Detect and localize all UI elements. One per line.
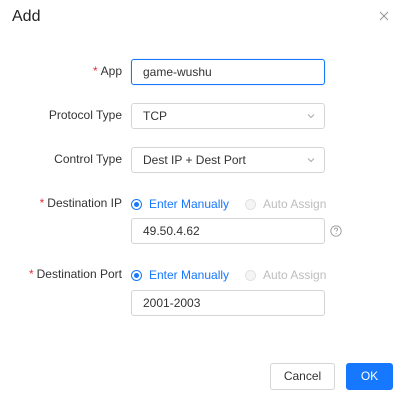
add-dialog: Add * App game-wushu Protocol Type TCP Co… [0,0,403,404]
radio-disabled-icon [245,198,256,210]
chevron-down-icon [307,114,315,119]
control-type-label: Control Type [54,152,122,166]
protocol-type-select[interactable]: TCP [131,103,325,129]
app-input[interactable]: game-wushu [131,59,325,85]
chevron-down-icon [307,158,315,163]
protocol-type-label: Protocol Type [48,108,122,122]
destination-port-label: * Destination Port [28,267,122,281]
radio-selected-icon [131,269,142,281]
dialog-title: Add [12,8,41,25]
radio-disabled-icon [245,269,256,281]
destination-ip-auto-assign-radio: Auto Assign [245,197,326,211]
radio-selected-icon [131,198,142,210]
required-mark: * [92,64,98,78]
destination-ip-label: * Destination IP [39,196,122,210]
cancel-button[interactable]: Cancel [270,363,335,390]
destination-ip-input[interactable]: 49.50.4.62 [131,218,325,244]
control-type-select[interactable]: Dest IP + Dest Port [131,147,325,173]
close-icon[interactable] [377,9,391,23]
destination-ip-enter-manually-radio[interactable]: Enter Manually [131,197,229,211]
destination-port-enter-manually-radio[interactable]: Enter Manually [131,268,229,282]
question-circle-icon[interactable] [330,225,342,237]
app-label: * App [92,64,122,78]
destination-port-input[interactable]: 2001-2003 [131,290,325,316]
destination-port-auto-assign-radio: Auto Assign [245,268,326,282]
ok-button[interactable]: OK [346,363,393,390]
